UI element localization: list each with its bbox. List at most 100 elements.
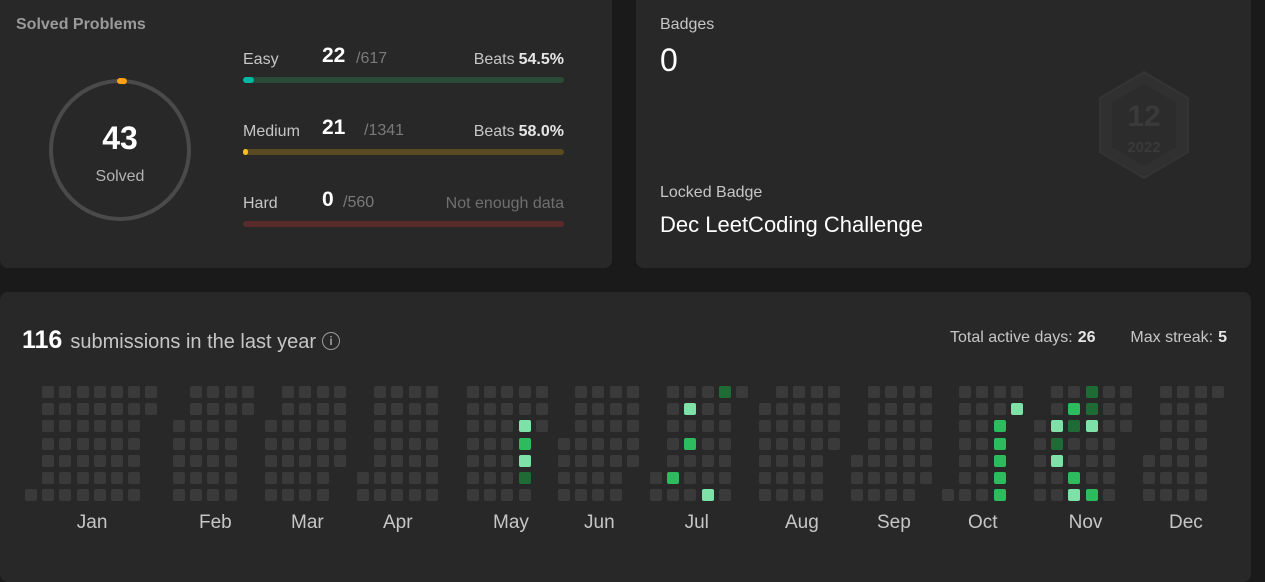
heatmap-day-cell[interactable] xyxy=(299,386,312,398)
heatmap-day-cell[interactable] xyxy=(93,472,106,484)
heatmap-day-cell[interactable] xyxy=(793,403,806,416)
heatmap-day-cell[interactable] xyxy=(776,472,789,484)
heatmap-day-cell[interactable] xyxy=(1051,386,1064,398)
heatmap-day-cell[interactable] xyxy=(93,489,106,502)
heatmap-day-cell[interactable] xyxy=(374,489,387,502)
heatmap-day-cell[interactable] xyxy=(684,437,697,450)
heatmap-day-cell[interactable] xyxy=(190,472,203,484)
heatmap-day-cell[interactable] xyxy=(1034,437,1046,450)
heatmap-day-cell[interactable] xyxy=(518,420,531,433)
heatmap-day-cell[interactable] xyxy=(408,403,421,416)
heatmap-day-cell[interactable] xyxy=(810,403,823,416)
heatmap-day-cell[interactable] xyxy=(484,386,497,398)
heatmap-day-cell[interactable] xyxy=(173,437,185,450)
heatmap-day-cell[interactable] xyxy=(718,454,731,467)
heatmap-day-cell[interactable] xyxy=(425,472,438,484)
heatmap-day-cell[interactable] xyxy=(333,386,346,398)
heatmap-day-cell[interactable] xyxy=(759,437,771,450)
heatmap-day-cell[interactable] xyxy=(1120,386,1132,398)
heatmap-day-cell[interactable] xyxy=(111,489,123,502)
heatmap-day-cell[interactable] xyxy=(868,386,881,398)
heatmap-day-cell[interactable] xyxy=(207,472,220,484)
heatmap-day-cell[interactable] xyxy=(76,403,89,416)
difficulty-row-medium[interactable]: Medium 21 /1341 Beats 58.0% xyxy=(243,115,564,155)
heatmap-day-cell[interactable] xyxy=(1194,420,1207,433)
heatmap-day-cell[interactable] xyxy=(265,454,277,467)
heatmap-day-cell[interactable] xyxy=(76,454,89,467)
heatmap-day-cell[interactable] xyxy=(1102,403,1115,416)
heatmap-day-cell[interactable] xyxy=(626,454,639,467)
heatmap-day-cell[interactable] xyxy=(224,403,237,416)
heatmap-day-cell[interactable] xyxy=(282,472,295,484)
heatmap-day-cell[interactable] xyxy=(885,420,898,433)
heatmap-day-cell[interactable] xyxy=(1068,472,1081,484)
heatmap-day-cell[interactable] xyxy=(626,420,639,433)
heatmap-day-cell[interactable] xyxy=(592,386,605,398)
difficulty-row-hard[interactable]: Hard 0 /560 Not enough data xyxy=(243,187,564,227)
heatmap-day-cell[interactable] xyxy=(810,454,823,467)
heatmap-day-cell[interactable] xyxy=(190,403,203,416)
heatmap-day-cell[interactable] xyxy=(759,403,771,416)
heatmap-day-cell[interactable] xyxy=(851,472,863,484)
locked-badge-name[interactable]: Dec LeetCoding Challenge xyxy=(660,212,923,238)
heatmap-day-cell[interactable] xyxy=(558,454,570,467)
heatmap-day-cell[interactable] xyxy=(391,472,404,484)
heatmap-day-cell[interactable] xyxy=(902,386,915,398)
heatmap-day-cell[interactable] xyxy=(1194,386,1207,398)
heatmap-day-cell[interactable] xyxy=(484,437,497,450)
heatmap-day-cell[interactable] xyxy=(190,489,203,502)
heatmap-day-cell[interactable] xyxy=(408,386,421,398)
heatmap-day-cell[interactable] xyxy=(776,489,789,502)
heatmap-day-cell[interactable] xyxy=(851,489,863,502)
heatmap-day-cell[interactable] xyxy=(592,489,605,502)
heatmap-day-cell[interactable] xyxy=(59,403,72,416)
heatmap-day-cell[interactable] xyxy=(575,437,588,450)
heatmap-day-cell[interactable] xyxy=(1143,472,1155,484)
heatmap-day-cell[interactable] xyxy=(484,420,497,433)
heatmap-day-cell[interactable] xyxy=(701,472,714,484)
heatmap-day-cell[interactable] xyxy=(93,454,106,467)
heatmap-day-cell[interactable] xyxy=(1177,489,1190,502)
heatmap-day-cell[interactable] xyxy=(42,437,55,450)
heatmap-day-cell[interactable] xyxy=(1160,454,1173,467)
heatmap-day-cell[interactable] xyxy=(42,489,55,502)
heatmap-day-cell[interactable] xyxy=(501,437,514,450)
heatmap-day-cell[interactable] xyxy=(868,454,881,467)
heatmap-day-cell[interactable] xyxy=(484,489,497,502)
heatmap-day-cell[interactable] xyxy=(868,420,881,433)
heatmap-day-cell[interactable] xyxy=(299,437,312,450)
heatmap-day-cell[interactable] xyxy=(467,403,479,416)
heatmap-day-cell[interactable] xyxy=(484,403,497,416)
heatmap-day-cell[interactable] xyxy=(1010,386,1023,398)
heatmap-day-cell[interactable] xyxy=(976,403,989,416)
heatmap-day-cell[interactable] xyxy=(128,420,141,433)
heatmap-day-cell[interactable] xyxy=(1051,489,1064,502)
heatmap-day-cell[interactable] xyxy=(919,420,932,433)
heatmap-day-cell[interactable] xyxy=(1010,403,1023,416)
heatmap-day-cell[interactable] xyxy=(408,489,421,502)
heatmap-day-cell[interactable] xyxy=(919,386,932,398)
heatmap-day-cell[interactable] xyxy=(684,454,697,467)
heatmap-day-cell[interactable] xyxy=(173,454,185,467)
heatmap-day-cell[interactable] xyxy=(701,420,714,433)
heatmap-day-cell[interactable] xyxy=(1068,437,1081,450)
heatmap-day-cell[interactable] xyxy=(868,489,881,502)
heatmap-day-cell[interactable] xyxy=(718,420,731,433)
heatmap-day-cell[interactable] xyxy=(207,403,220,416)
heatmap-day-cell[interactable] xyxy=(684,386,697,398)
heatmap-day-cell[interactable] xyxy=(959,386,972,398)
heatmap-day-cell[interactable] xyxy=(111,403,123,416)
heatmap-day-cell[interactable] xyxy=(667,437,680,450)
heatmap-day-cell[interactable] xyxy=(718,403,731,416)
heatmap-day-cell[interactable] xyxy=(609,454,622,467)
heatmap-day-cell[interactable] xyxy=(993,386,1006,398)
heatmap-day-cell[interactable] xyxy=(558,437,570,450)
heatmap-day-cell[interactable] xyxy=(1160,472,1173,484)
heatmap-day-cell[interactable] xyxy=(190,454,203,467)
heatmap-day-cell[interactable] xyxy=(667,386,680,398)
heatmap-day-cell[interactable] xyxy=(282,403,295,416)
heatmap-day-cell[interactable] xyxy=(374,420,387,433)
heatmap-day-cell[interactable] xyxy=(316,437,329,450)
heatmap-day-cell[interactable] xyxy=(776,420,789,433)
heatmap-day-cell[interactable] xyxy=(333,403,346,416)
